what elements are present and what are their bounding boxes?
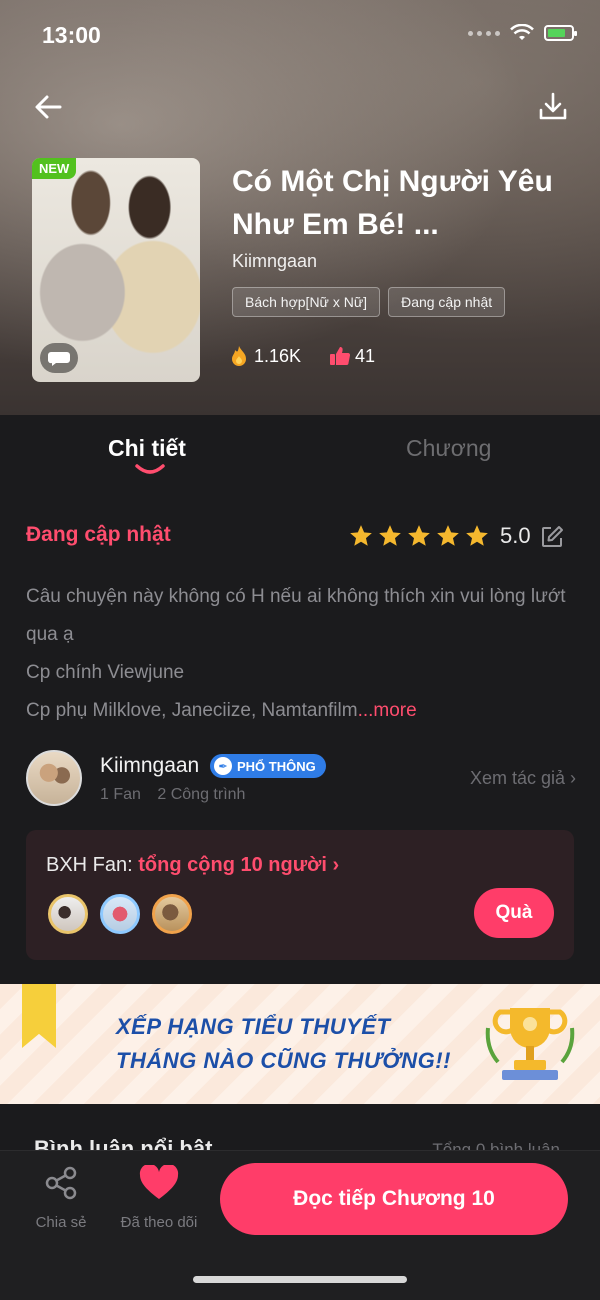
description-line: Cp phụ Milklove, Janeciize, Namtanfilm..… [26, 692, 566, 730]
author-works: 2 Công trình [157, 786, 246, 803]
rating-value: 5.0 [500, 523, 531, 548]
description-text: Cp phụ Milklove, Janeciize, Namtanfilm [26, 700, 358, 721]
share-icon [45, 1166, 77, 1200]
heart-icon [139, 1163, 179, 1199]
tab-chapters[interactable]: Chương [406, 435, 491, 462]
more-link[interactable]: ...more [358, 700, 417, 721]
star-icon [350, 525, 372, 546]
star-icon [466, 525, 488, 546]
fan-avatar[interactable] [100, 894, 140, 934]
gift-button[interactable]: Quà [474, 888, 554, 938]
new-badge: NEW [32, 158, 77, 179]
fire-icon [232, 346, 246, 366]
fan-ranking-total[interactable]: tổng cộng 10 người › [138, 854, 339, 876]
fan-avatar[interactable] [48, 894, 88, 934]
ribbon-icon [22, 984, 56, 1048]
description-line: Cp chính Viewjune [26, 662, 185, 683]
star-icon [379, 525, 401, 546]
wifi-icon [510, 24, 534, 40]
trophy-icon [485, 1008, 575, 1080]
fan-avatar-list [48, 894, 192, 934]
view-author-link[interactable]: Xem tác giả › [470, 768, 576, 789]
author-fans: 1 Fan [100, 786, 141, 803]
description: Câu chuyện này không có H nếu ai không t… [26, 578, 566, 730]
tab-bar: Chi tiết Chương [0, 415, 600, 495]
pen-icon: ✒ [214, 757, 232, 775]
battery-icon [544, 25, 577, 41]
rating-stars[interactable] [348, 523, 490, 549]
fan-avatar[interactable] [152, 894, 192, 934]
author-meta: 1 Fan 2 Công trình [100, 786, 257, 804]
follow-button[interactable]: Đã theo dõi [112, 1163, 206, 1231]
status-icons [468, 24, 577, 42]
author-avatar[interactable] [26, 750, 82, 806]
fan-ranking-title[interactable]: BXH Fan: tổng cộng 10 người › [46, 854, 339, 877]
status-time: 13:00 [42, 22, 101, 48]
book-stats: 1.16K 41 [228, 345, 375, 367]
views-count: 1.16K [254, 345, 302, 366]
views-stat: 1.16K [228, 345, 301, 367]
fan-ranking-card: BXH Fan: tổng cộng 10 người › Quà [26, 830, 574, 960]
likes-stat[interactable]: 41 [329, 345, 375, 367]
banner-line-1: XẾP HẠNG TIỂU THUYẾT [116, 1014, 391, 1039]
download-icon[interactable] [536, 90, 570, 124]
comment-icon[interactable] [40, 343, 78, 373]
book-author[interactable]: Kiimngaan [232, 251, 317, 272]
likes-count: 41 [355, 345, 376, 366]
fan-ranking-label: BXH Fan: [46, 854, 139, 876]
edit-icon[interactable] [540, 525, 564, 549]
book-title: Có Một Chị Người Yêu Như Em Bé! ... [232, 165, 553, 241]
tag-status[interactable]: Đang cập nhật [388, 287, 506, 317]
share-button[interactable]: Chia sẻ [28, 1165, 94, 1231]
promo-banner[interactable]: XẾP HẠNG TIỂU THUYẾT THÁNG NÀO CŨNG THƯỞ… [0, 984, 600, 1104]
active-tab-indicator [135, 464, 165, 474]
follow-label: Đã theo dõi [120, 1214, 198, 1231]
description-line: Câu chuyện này không có H nếu ai không t… [26, 586, 566, 645]
continue-reading-button[interactable]: Đọc tiếp Chương 10 [220, 1163, 568, 1235]
tag-genre[interactable]: Bách hợp[Nữ x Nữ] [232, 287, 381, 317]
star-icon [408, 525, 430, 546]
home-indicator[interactable] [193, 1276, 407, 1283]
author-name[interactable]: Kiimngaan [100, 754, 199, 778]
signal-dots-icon [468, 30, 500, 36]
tag-list: Bách hợp[Nữ x Nữ] Đang cập nhật [232, 287, 506, 317]
author-level-badge: ✒ PHỔ THÔNG [210, 754, 326, 778]
author-level: PHỔ THÔNG [237, 758, 316, 774]
thumbs-up-icon [330, 347, 351, 365]
star-icon [437, 525, 459, 546]
tab-detail[interactable]: Chi tiết [108, 435, 186, 462]
update-status: Đang cập nhật [26, 523, 171, 546]
author-card[interactable]: Kiimngaan ✒ PHỔ THÔNG 1 Fan 2 Công trình… [26, 750, 576, 810]
back-icon[interactable] [32, 90, 66, 124]
banner-line-2: THÁNG NÀO CŨNG THƯỞNG!! [116, 1048, 451, 1073]
share-label: Chia sẻ [35, 1214, 87, 1231]
